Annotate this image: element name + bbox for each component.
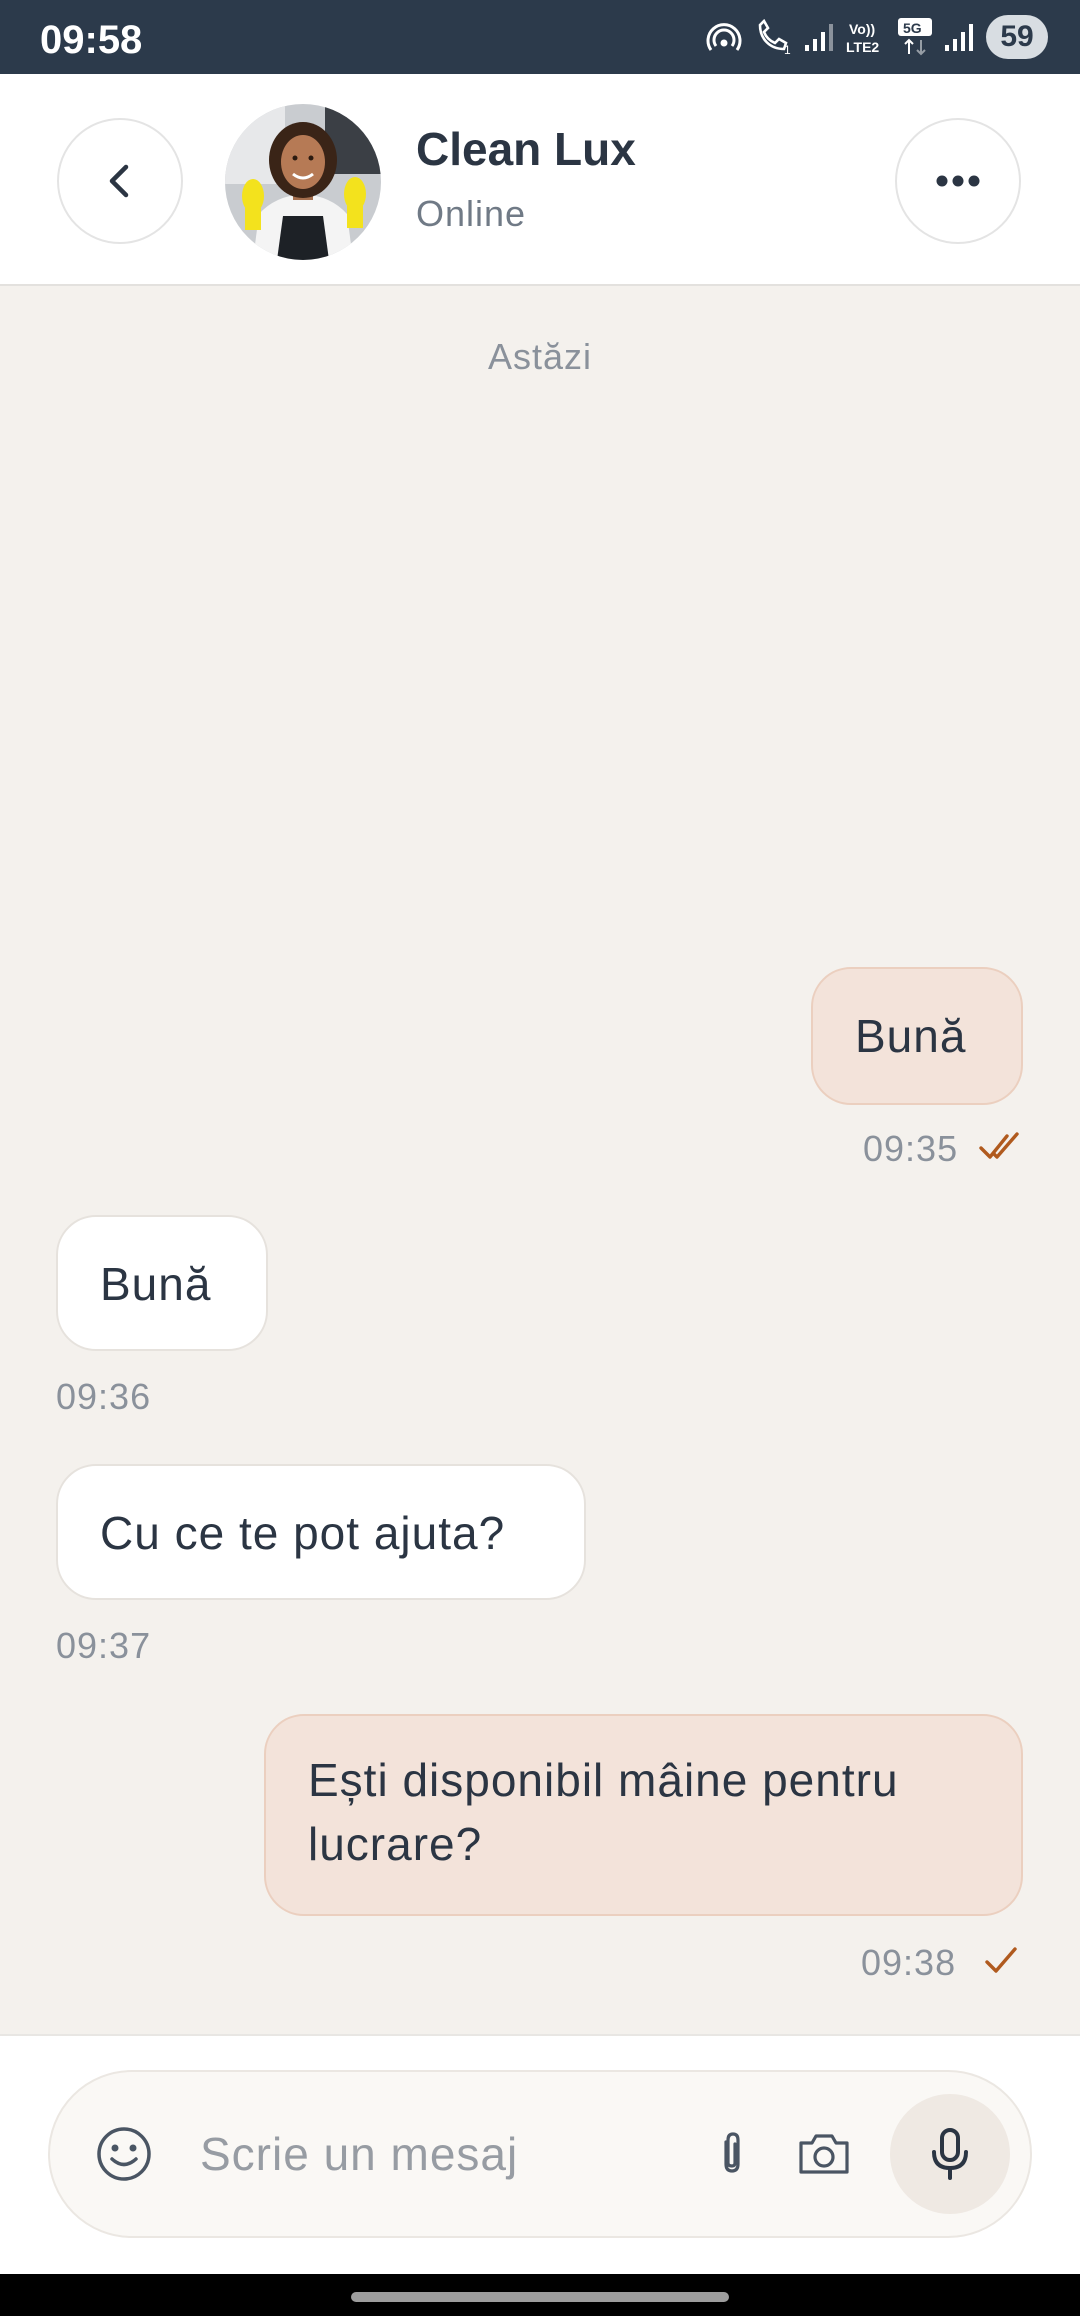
message-bubble-outgoing[interactable]: Bună (811, 967, 1023, 1105)
message-time: 09:35 (863, 1128, 959, 1169)
svg-text:1: 1 (784, 43, 791, 55)
contact-status: Online (416, 193, 527, 234)
signal-icon (804, 21, 834, 53)
composer-bar (0, 2034, 1080, 2274)
svg-text:Vo)): Vo)) (849, 21, 875, 37)
emoji-icon[interactable] (96, 2126, 152, 2187)
more-options-button[interactable] (895, 118, 1021, 244)
double-check-icon (979, 1130, 1023, 1169)
microphone-icon (932, 2128, 968, 2180)
avatar[interactable] (225, 104, 381, 260)
message-text: Bună (855, 1010, 967, 1062)
chevron-left-icon (109, 164, 129, 198)
volte-lte2-icon: Vo)) LTE2 (846, 19, 886, 55)
status-icons: 1 Vo)) LTE2 5G 59 (706, 14, 1048, 60)
message-time: 09:38 (861, 1942, 957, 1983)
svg-text:LTE2: LTE2 (846, 39, 879, 55)
5g-icon: 5G (898, 18, 932, 56)
home-gesture-handle[interactable] (351, 2292, 729, 2302)
message-bubble-outgoing[interactable]: Ești disponibil mâine pentru lucrare? (264, 1714, 1023, 1916)
battery-level: 59 (1000, 20, 1034, 53)
message-bubble-incoming[interactable]: Cu ce te pot ajuta? (56, 1464, 586, 1600)
back-button[interactable] (57, 118, 183, 244)
check-icon (984, 1944, 1018, 1983)
message-time: 09:36 (56, 1376, 152, 1417)
paperclip-icon[interactable] (706, 2128, 758, 2185)
message-input[interactable] (200, 2112, 680, 2196)
system-nav-bar (0, 2274, 1080, 2316)
status-bar: 09:58 1 Vo)) LTE2 5G 59 (0, 0, 1080, 74)
message-bubble-incoming[interactable]: Bună (56, 1215, 268, 1351)
message-time: 09:37 (56, 1625, 152, 1666)
contact-name[interactable]: Clean Lux (416, 122, 636, 177)
svg-text:5G: 5G (903, 20, 922, 36)
wifi-call-icon: 1 (754, 19, 792, 55)
status-time: 09:58 (40, 18, 143, 62)
message-composer (48, 2070, 1032, 2238)
hotspot-icon (706, 19, 742, 55)
message-text: Ești disponibil mâine pentru lucrare? (308, 1754, 899, 1870)
message-text: Cu ce te pot ajuta? (100, 1507, 506, 1559)
chat-header: Clean Lux Online (0, 74, 1080, 286)
more-horizontal-icon (936, 175, 980, 187)
battery-icon: 59 (986, 15, 1048, 59)
date-divider: Astăzi (487, 336, 593, 377)
message-text: Bună (100, 1258, 212, 1310)
camera-icon[interactable] (796, 2128, 852, 2185)
signal-icon (944, 21, 974, 53)
voice-record-button[interactable] (890, 2094, 1010, 2214)
